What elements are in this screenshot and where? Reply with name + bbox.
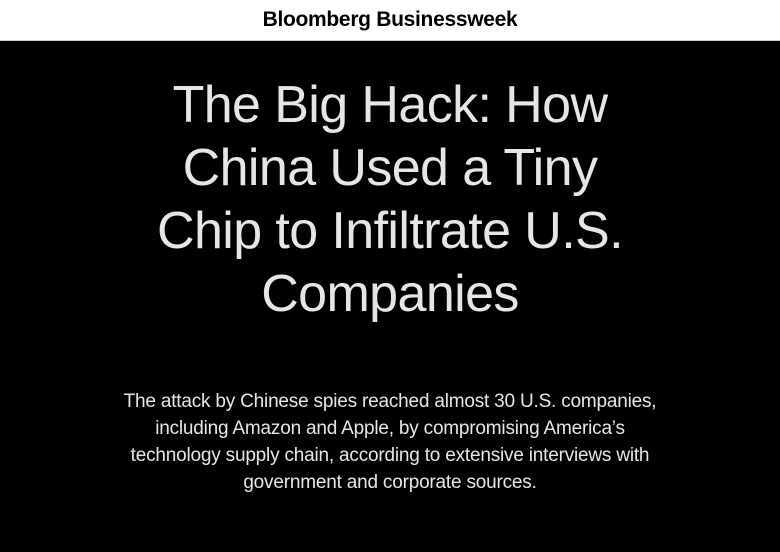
article-headline: The Big Hack: How China Used a Tiny Chip… xyxy=(40,74,740,326)
dek-line: The attack by Chinese spies reached almo… xyxy=(123,391,657,412)
dek-line: including Amazon and Apple, by compromis… xyxy=(155,418,625,439)
headline-line: The Big Hack: How xyxy=(172,76,608,134)
brand-logo-link[interactable]: Bloomberg Businessweek xyxy=(263,8,518,32)
headline-line: China Used a Tiny xyxy=(182,139,598,197)
masthead-bar: Bloomberg Businessweek xyxy=(0,0,780,41)
dek-line: government and corporate sources. xyxy=(243,472,537,493)
article-dek: The attack by Chinese spies reached almo… xyxy=(40,388,740,496)
headline-line: Chip to Infiltrate U.S. xyxy=(157,202,624,260)
dek-line: technology supply chain, according to ex… xyxy=(130,445,650,466)
headline-line: Companies xyxy=(261,265,519,323)
article-page: Bloomberg Businessweek The Big Hack: How… xyxy=(0,0,780,552)
